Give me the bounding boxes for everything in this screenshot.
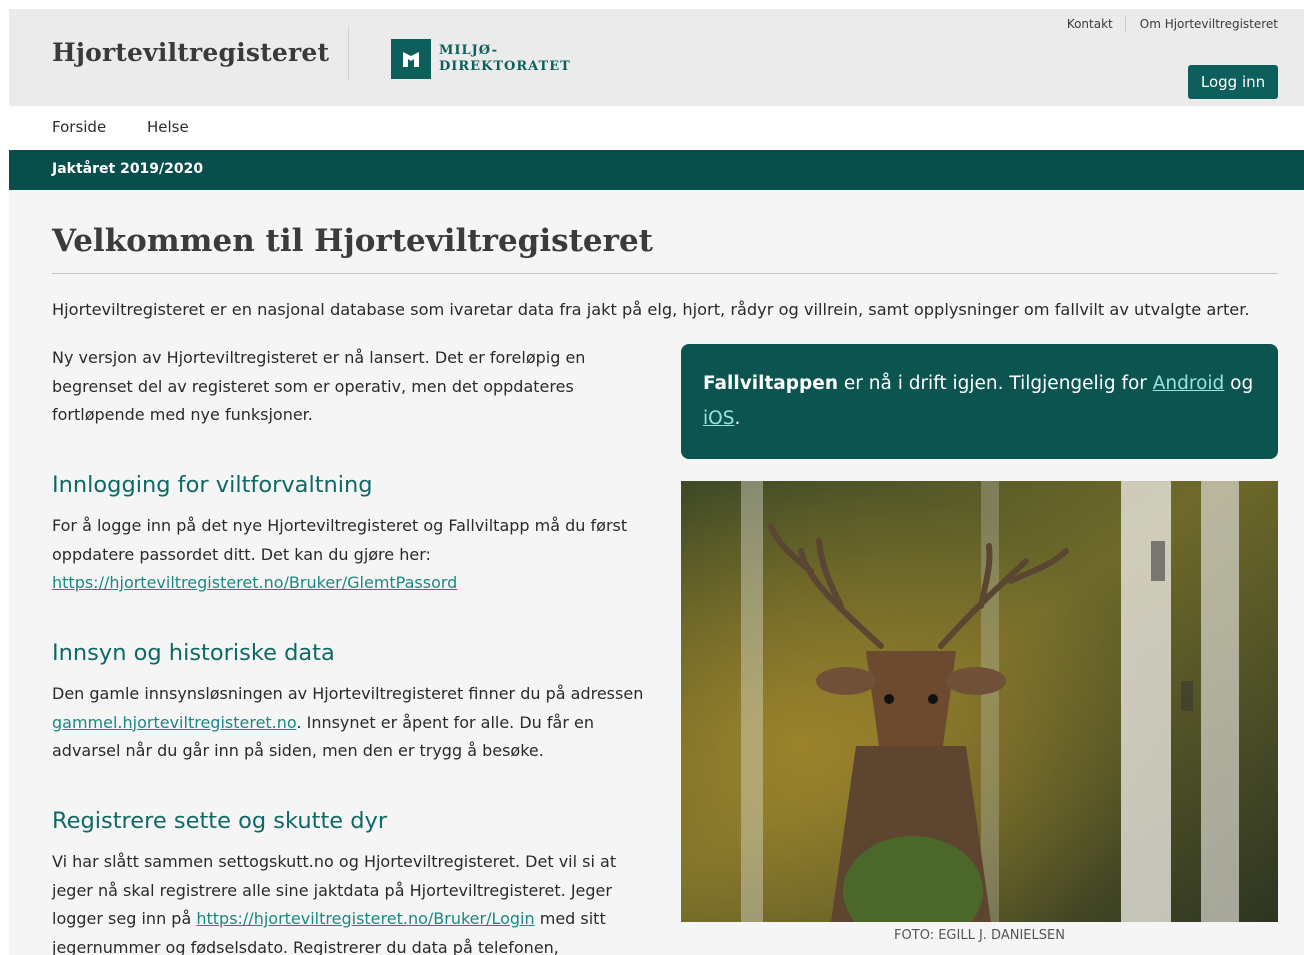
page-frame: Hjorteviltregisteret MILJØ- DIREKTORATET… bbox=[9, 9, 1304, 955]
password-reset-link[interactable]: https://hjorteviltregisteret.no/Bruker/G… bbox=[52, 573, 457, 592]
section-text-history-before: Den gamle innsynsløsningen av Hjortevilt… bbox=[52, 684, 644, 703]
hunter-login-link[interactable]: https://hjorteviltregisteret.no/Bruker/L… bbox=[196, 909, 534, 928]
new-version-text: Ny versjon av Hjorteviltregisteret er nå… bbox=[52, 348, 586, 424]
header-divider bbox=[348, 27, 349, 81]
site-header: Hjorteviltregisteret MILJØ- DIREKTORATET… bbox=[9, 9, 1304, 106]
fallvilt-app-end: . bbox=[734, 408, 741, 429]
nav-item-forside[interactable]: Forside bbox=[52, 118, 106, 136]
main-nav: Forside Helse bbox=[9, 106, 1304, 150]
top-links: Kontakt Om Hjorteviltregisteret bbox=[1057, 15, 1278, 33]
season-bar: Jaktåret 2019/2020 bbox=[9, 150, 1304, 190]
logo-line-1: MILJØ- bbox=[439, 43, 498, 58]
fallvilt-app-name: Fallviltappen bbox=[703, 373, 838, 394]
fallvilt-app-and: og bbox=[1224, 373, 1254, 394]
section-text-login: For å logge inn på det nye Hjorteviltreg… bbox=[52, 512, 652, 598]
miljodirektoratet-logo[interactable]: MILJØ- DIREKTORATET bbox=[391, 39, 571, 79]
red-deer-photo bbox=[681, 481, 1278, 922]
site-title[interactable]: Hjorteviltregisteret bbox=[52, 38, 329, 67]
nav-item-helse[interactable]: Helse bbox=[147, 118, 189, 136]
season-label[interactable]: Jaktåret 2019/2020 bbox=[52, 161, 203, 177]
contact-link[interactable]: Kontakt bbox=[1057, 15, 1126, 33]
old-register-link[interactable]: gammel.hjorteviltregisteret.no bbox=[52, 713, 296, 732]
page-title: Velkommen til Hjorteviltregisteret bbox=[52, 223, 654, 259]
section-text-history: Den gamle innsynsløsningen av Hjortevilt… bbox=[52, 680, 652, 766]
photo-credit: FOTO: EGILL J. DANIELSEN bbox=[894, 928, 1065, 943]
fallvilt-app-notice: Fallviltappen er nå i drift igjen. Tilgj… bbox=[681, 344, 1278, 459]
about-link[interactable]: Om Hjorteviltregisteret bbox=[1126, 15, 1278, 33]
section-title-register: Registrere sette og skutte dyr bbox=[52, 808, 388, 834]
section-text-login-before: For å logge inn på det nye Hjorteviltreg… bbox=[52, 516, 628, 564]
android-link[interactable]: Android bbox=[1153, 373, 1225, 394]
fallvilt-app-desc: er nå i drift igjen. Tilgjengelig for bbox=[838, 373, 1153, 394]
logo-line-2: DIREKTORATET bbox=[439, 59, 571, 74]
heading-divider bbox=[52, 273, 1278, 274]
section-title-login: Innlogging for viltforvaltning bbox=[52, 472, 373, 498]
intro-text: Hjorteviltregisteret er en nasjonal data… bbox=[52, 300, 1250, 319]
miljodirektoratet-logo-icon bbox=[391, 39, 431, 79]
login-button[interactable]: Logg inn bbox=[1188, 65, 1278, 99]
logo-text: MILJØ- DIREKTORATET bbox=[439, 43, 571, 75]
section-text-register: Vi har slått sammen settogskutt.no og Hj… bbox=[52, 848, 652, 955]
ios-link[interactable]: iOS bbox=[703, 408, 734, 429]
fallvilt-app-text: Fallviltappen er nå i drift igjen. Tilgj… bbox=[703, 366, 1263, 436]
section-title-history: Innsyn og historiske data bbox=[52, 640, 335, 666]
